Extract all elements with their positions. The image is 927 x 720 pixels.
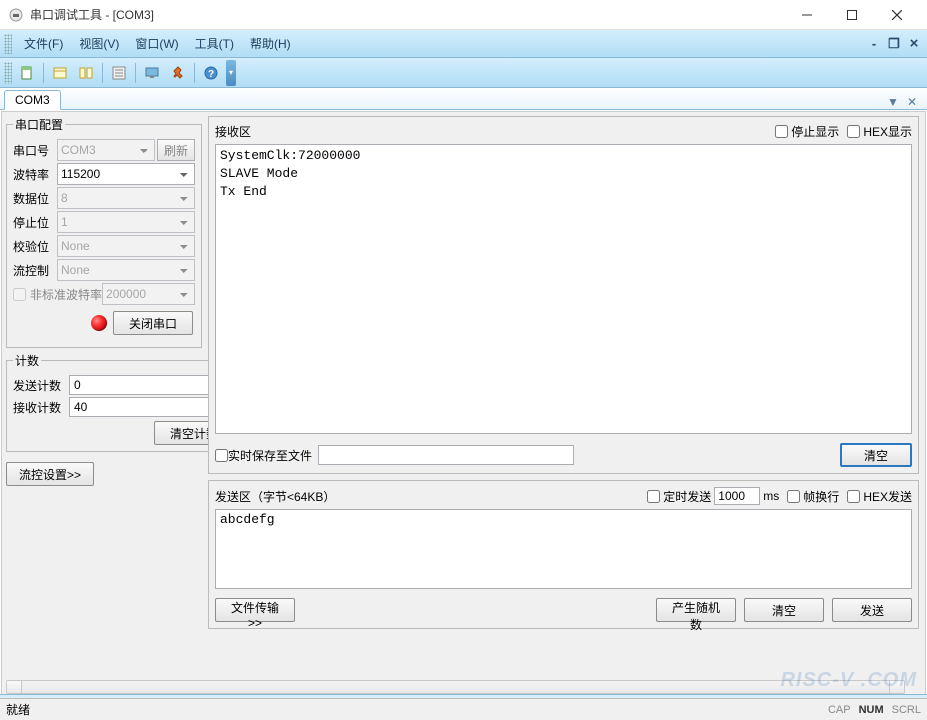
tool-new-icon[interactable] (15, 61, 39, 85)
tool-tile-icon[interactable] (74, 61, 98, 85)
nonstd-baud-select[interactable]: 200000 (102, 283, 195, 305)
receive-area-group: 接收区 停止显示 HEX显示 实时保存至文件 清空 (208, 116, 919, 474)
parity-label: 校验位 (13, 238, 57, 255)
hex-display-checkbox[interactable] (847, 125, 860, 138)
databits-label: 数据位 (13, 190, 57, 207)
gen-random-button[interactable]: 产生随机数 (656, 598, 736, 622)
status-num: NUM (859, 704, 884, 716)
baud-label: 波特率 (13, 166, 57, 183)
ms-label: ms (763, 489, 779, 503)
tab-dropdown-icon[interactable]: ▼ (885, 95, 901, 109)
timed-send-checkbox[interactable] (647, 490, 660, 503)
receive-textarea[interactable] (215, 144, 912, 434)
flow-select[interactable]: None (57, 259, 195, 281)
menu-view[interactable]: 视图(V) (71, 31, 127, 56)
statusbar: 就绪 CAP NUM SCRL (0, 698, 927, 720)
wrap-checkbox[interactable] (787, 490, 800, 503)
tool-window-icon[interactable] (48, 61, 72, 85)
right-panel: 接收区 停止显示 HEX显示 实时保存至文件 清空 发送区（字节<64KB） 定… (206, 112, 925, 696)
flow-settings-button[interactable]: 流控设置>> (6, 462, 94, 486)
clear-receive-button[interactable]: 清空 (840, 443, 912, 467)
toolbar-overflow-icon[interactable]: ▾ (226, 60, 236, 86)
counter-legend: 计数 (13, 352, 41, 369)
receive-area-title: 接收区 (215, 123, 767, 140)
hex-send-checkbox[interactable] (847, 490, 860, 503)
interval-field[interactable] (714, 487, 760, 505)
window-minimize-button[interactable] (784, 1, 829, 29)
hex-display-label[interactable]: HEX显示 (847, 123, 912, 140)
close-port-button[interactable]: 关闭串口 (113, 311, 193, 335)
window-title: 串口调试工具 - [COM3] (30, 6, 784, 23)
window-maximize-button[interactable] (829, 1, 874, 29)
save-to-file-label[interactable]: 实时保存至文件 (215, 447, 312, 464)
file-transfer-button[interactable]: 文件传输>> (215, 598, 295, 622)
tool-help-icon[interactable]: ? (199, 61, 223, 85)
tool-properties-icon[interactable] (107, 61, 131, 85)
save-to-file-checkbox[interactable] (215, 449, 228, 462)
left-panel: 串口配置 串口号 COM3 刷新 波特率 115200 数据位 8 停止位 1 … (2, 112, 206, 696)
parity-select[interactable]: None (57, 235, 195, 257)
save-path-field[interactable] (318, 445, 574, 465)
tab-com3[interactable]: COM3 (4, 90, 61, 110)
clear-send-button[interactable]: 清空 (744, 598, 824, 622)
tab-close-icon[interactable]: ✕ (905, 95, 919, 109)
send-area-group: 发送区（字节<64KB） 定时发送 ms 帧换行 HEX发送 文件传输>> 产生… (208, 480, 919, 629)
flow-label: 流控制 (13, 262, 57, 279)
wrap-label[interactable]: 帧换行 (787, 488, 839, 505)
nonstd-baud-checkbox[interactable] (13, 288, 26, 301)
stopbits-select[interactable]: 1 (57, 211, 195, 233)
toolbar-grip (4, 62, 12, 84)
main-content: 串口配置 串口号 COM3 刷新 波特率 115200 数据位 8 停止位 1 … (1, 111, 926, 697)
horizontal-scrollbar[interactable] (6, 680, 905, 694)
menu-window[interactable]: 窗口(W) (127, 31, 186, 56)
tool-pin-icon[interactable] (166, 61, 190, 85)
window-titlebar: 串口调试工具 - [COM3] (0, 0, 927, 30)
send-button[interactable]: 发送 (832, 598, 912, 622)
status-scrl: SCRL (892, 704, 921, 716)
databits-select[interactable]: 8 (57, 187, 195, 209)
serial-config-group: 串口配置 串口号 COM3 刷新 波特率 115200 数据位 8 停止位 1 … (6, 116, 202, 348)
port-select[interactable]: COM3 (57, 139, 155, 161)
mdi-close-button[interactable]: × (905, 36, 923, 52)
status-ready: 就绪 (6, 701, 30, 718)
stop-display-label[interactable]: 停止显示 (775, 123, 839, 140)
serial-config-legend: 串口配置 (13, 116, 65, 133)
document-tabstrip: COM3 ▼ ✕ (0, 88, 927, 110)
port-status-led-icon (91, 315, 107, 331)
svg-text:?: ? (208, 69, 214, 80)
recv-count-label: 接收计数 (13, 399, 69, 416)
menubar: 文件(F) 视图(V) 窗口(W) 工具(T) 帮助(H) - ❐ × (0, 30, 927, 58)
menu-tools[interactable]: 工具(T) (187, 31, 242, 56)
send-area-title: 发送区（字节<64KB） (215, 488, 639, 505)
status-cap: CAP (828, 704, 851, 716)
menu-file[interactable]: 文件(F) (16, 31, 71, 56)
baud-select[interactable]: 115200 (57, 163, 195, 185)
stopbits-label: 停止位 (13, 214, 57, 231)
send-count-label: 发送计数 (13, 377, 69, 394)
app-icon (8, 7, 24, 23)
menu-help[interactable]: 帮助(H) (242, 31, 299, 56)
window-close-button[interactable] (874, 1, 919, 29)
stop-display-checkbox[interactable] (775, 125, 788, 138)
nonstd-baud-label: 非标准波特率 (30, 286, 102, 303)
hex-send-label[interactable]: HEX发送 (847, 488, 912, 505)
menubar-grip (4, 34, 12, 54)
mdi-minimize-button[interactable]: - (865, 36, 883, 52)
mdi-restore-button[interactable]: ❐ (885, 36, 903, 52)
tool-monitor-icon[interactable] (140, 61, 164, 85)
refresh-button[interactable]: 刷新 (157, 139, 195, 161)
toolbar: ? ▾ (0, 58, 927, 88)
timed-send-label[interactable]: 定时发送 (647, 488, 711, 505)
port-label: 串口号 (13, 142, 57, 159)
send-textarea[interactable] (215, 509, 912, 589)
